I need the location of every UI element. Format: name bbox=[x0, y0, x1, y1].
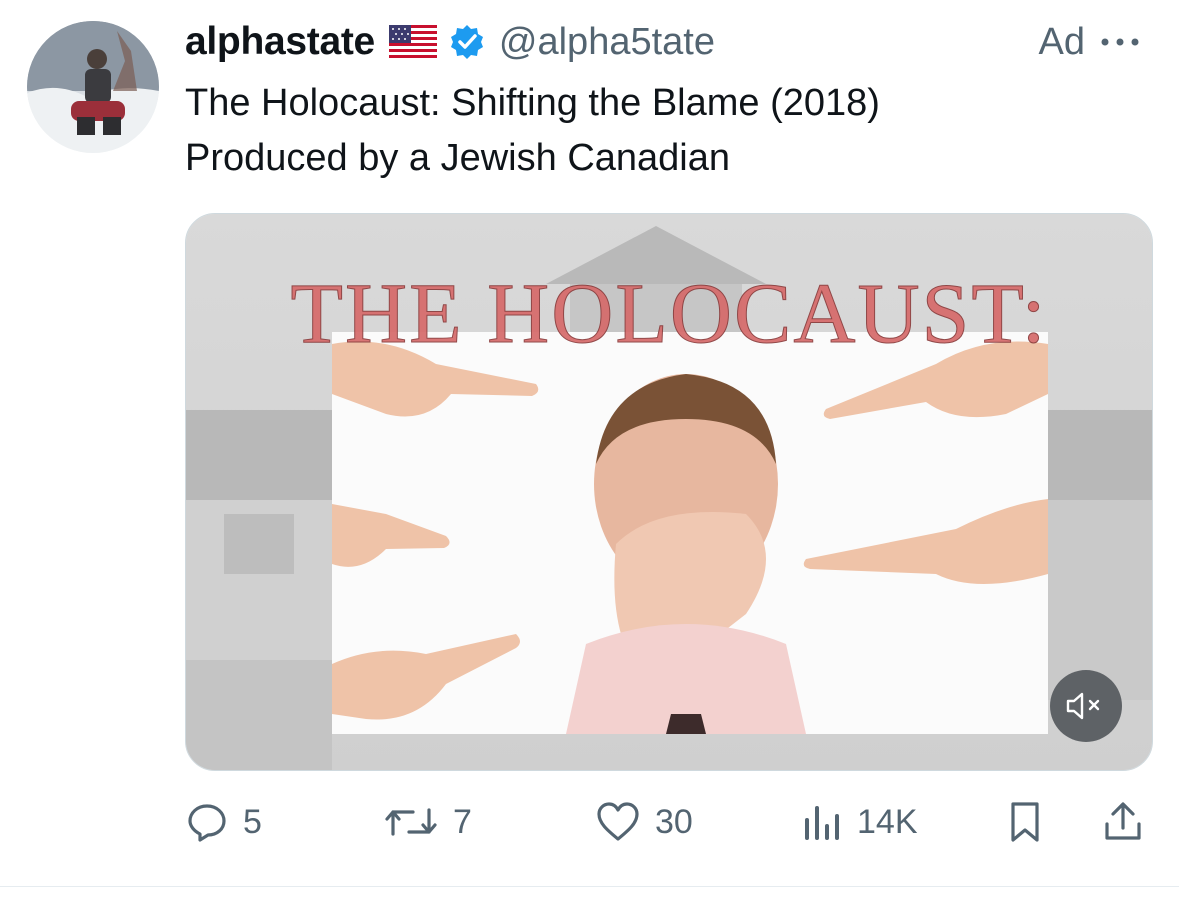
views-button[interactable]: 14K bbox=[801, 794, 918, 850]
video-overlay-title: THE HOLOCAUST: bbox=[290, 265, 1047, 361]
promoted-label: Ad bbox=[1038, 21, 1085, 63]
mute-toggle[interactable] bbox=[1050, 670, 1122, 742]
views-icon bbox=[805, 806, 839, 840]
bookmark-icon bbox=[1011, 802, 1039, 842]
post-header: alphastate @alpha5tate Ad bbox=[185, 16, 1145, 68]
more-icon[interactable] bbox=[1095, 16, 1145, 68]
author-avatar[interactable] bbox=[27, 21, 159, 153]
author-handle[interactable]: @alpha5tate bbox=[499, 21, 715, 64]
author-name[interactable]: alphastate bbox=[185, 20, 375, 64]
post-text: The Holocaust: Shifting the Blame (2018)… bbox=[185, 82, 880, 179]
share-icon bbox=[1105, 802, 1141, 840]
mute-icon bbox=[1066, 692, 1100, 720]
avatar-photo bbox=[27, 21, 159, 153]
like-icon bbox=[597, 802, 639, 841]
us-flag-icon bbox=[388, 25, 437, 59]
video-player[interactable]: THE HOLOCAUST: bbox=[185, 213, 1153, 771]
reply-icon bbox=[188, 804, 226, 842]
verified-icon bbox=[449, 24, 485, 60]
repost-count: 7 bbox=[453, 802, 472, 841]
reply-button[interactable]: 5 bbox=[185, 794, 262, 850]
views-count: 14K bbox=[857, 802, 918, 841]
action-bar: 5 7 30 14K bbox=[185, 794, 1151, 850]
repost-button[interactable]: 7 bbox=[383, 794, 472, 850]
share-button[interactable] bbox=[1101, 794, 1145, 850]
reply-count: 5 bbox=[243, 802, 262, 841]
bookmark-button[interactable] bbox=[1005, 794, 1045, 850]
post-divider bbox=[0, 886, 1179, 887]
repost-icon bbox=[385, 808, 437, 836]
like-count: 30 bbox=[655, 802, 693, 841]
like-button[interactable]: 30 bbox=[595, 794, 693, 850]
video-thumbnail: THE HOLOCAUST: bbox=[186, 214, 1152, 770]
